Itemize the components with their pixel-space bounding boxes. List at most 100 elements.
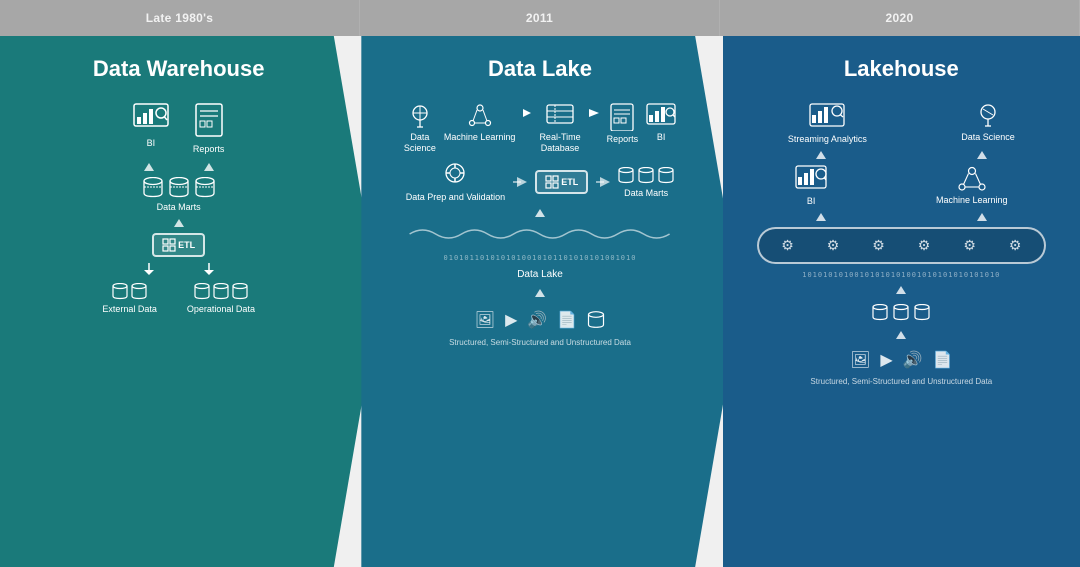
warehouse-title: Data Warehouse	[18, 56, 339, 82]
gear-icon-3: ⚙	[872, 237, 885, 254]
arrow-right-etl	[513, 177, 527, 187]
external-data-box: External Data	[102, 283, 157, 315]
video-icon: ▶	[505, 310, 517, 330]
lh-arrows-up-top	[741, 151, 1062, 159]
wh-top-row: BI	[18, 103, 339, 155]
data-marts-label: Data Marts	[157, 202, 201, 213]
data-marts-icons	[143, 177, 215, 199]
lake-dataprep-box: Data Prep and Validation	[406, 163, 505, 203]
warehouse-diagram: BI	[18, 98, 339, 552]
era-2020: 2020	[720, 0, 1080, 36]
lake-diagram: DataScience Machine Learning	[379, 98, 700, 552]
column-warehouse: Data Warehouse	[0, 36, 379, 567]
file-icon: 📄	[557, 310, 577, 330]
arrow-up-reports	[204, 163, 214, 171]
etl-box: ETL	[152, 233, 205, 257]
lh-ml-box: Machine Learning	[936, 166, 1008, 206]
lake-datasci-box: DataScience	[404, 103, 436, 154]
gear-icon-4: ⚙	[918, 237, 931, 254]
lh-ml-label: Machine Learning	[936, 195, 1008, 206]
lake-top-row: DataScience Machine Learning	[379, 103, 700, 154]
lake-label: Data Lake	[517, 269, 563, 281]
operational-data-label: Operational Data	[187, 304, 255, 315]
lake-ml-box: Machine Learning	[444, 103, 516, 154]
wh-etl-area: ETL	[152, 233, 205, 257]
gear-icon-6: ⚙	[1009, 237, 1022, 254]
lh-audio-icon: 🔊	[903, 350, 923, 370]
lake-binary-row: 0101011010101010010101101010101001010	[444, 254, 637, 262]
arrow-up-lake	[535, 209, 545, 217]
lh-mid-row: BI Machine Learning	[741, 165, 1062, 207]
lake-bi-label: BI	[657, 132, 666, 143]
lake-datamarts-box: Data Marts	[618, 167, 674, 199]
lake-dataprep-label: Data Prep and Validation	[406, 192, 505, 203]
external-data-label: External Data	[102, 304, 157, 315]
lh-binary-row: 10101010100101010101001010101010101010	[802, 271, 1000, 279]
lh-arrow-up-2	[977, 151, 987, 159]
content-area: Data Warehouse	[0, 36, 1080, 567]
lake-water-visual	[395, 224, 684, 249]
gear-icon-1: ⚙	[781, 237, 794, 254]
arrow-right-marts	[596, 177, 610, 187]
arrow-up-bi	[144, 163, 154, 171]
era-banners: Late 1980's 2011 2020	[0, 0, 1080, 36]
lh-arrows-up-mid	[741, 213, 1062, 221]
lh-arrow-up-4	[977, 213, 987, 221]
arrow-up-sources-lake	[535, 289, 545, 297]
lake-title: Data Lake	[379, 56, 700, 82]
main-container: Late 1980's 2011 2020 Data Warehouse	[0, 0, 1080, 567]
wh-bi-box: BI	[133, 103, 169, 155]
lakehouse-title: Lakehouse	[741, 56, 1062, 82]
column-lake: Data Lake DataScience Machine Learning	[361, 36, 740, 567]
bi-label: BI	[147, 138, 156, 149]
arrow-down-ops	[204, 263, 214, 275]
lh-bi-box: BI	[795, 165, 827, 207]
lh-arrow-up-1	[816, 151, 826, 159]
lake-etl-label: ETL	[561, 177, 578, 187]
lake-datasci-label: DataScience	[404, 132, 436, 154]
reports-label: Reports	[193, 144, 225, 155]
lake-rtdb-label: Real-TimeDatabase	[539, 132, 580, 154]
lake-etl-box: ETL	[535, 170, 588, 194]
lh-video-icon: ▶	[880, 350, 892, 370]
lh-image-icon: 🖼	[850, 350, 870, 370]
lake-reports-label: Reports	[607, 134, 639, 145]
lh-file-icon: 📄	[933, 350, 953, 370]
gear-icon-2: ⚙	[827, 237, 840, 254]
lh-source-containers	[872, 304, 930, 322]
lh-datasci-label: Data Science	[961, 132, 1015, 143]
lh-streaming-label: Streaming Analytics	[788, 134, 867, 145]
lh-bottom-label: Structured, Semi-Structured and Unstruct…	[810, 377, 992, 387]
era-2011: 2011	[360, 0, 720, 36]
lh-conveyor-belt: ⚙ ⚙ ⚙ ⚙ ⚙ ⚙	[757, 227, 1046, 264]
arrow-down-ext	[144, 263, 154, 275]
data-marts-box: Data Marts	[143, 177, 215, 213]
lh-top-row: Streaming Analytics Data Science	[741, 103, 1062, 145]
bi-icon	[133, 103, 169, 135]
lh-datasci-box: Data Science	[961, 103, 1015, 145]
arrow-up-marts	[174, 219, 184, 227]
operational-data-box: Operational Data	[187, 283, 255, 315]
lake-bi-box: BI	[646, 103, 676, 154]
reports-icon	[194, 103, 224, 141]
era-1980s: Late 1980's	[0, 0, 360, 36]
lake-bottom-label: Structured, Semi-Structured and Unstruct…	[449, 338, 631, 348]
lh-arrow-up-3	[816, 213, 826, 221]
column-lakehouse: Lakehouse Streaming Analytics Data Scien…	[723, 36, 1080, 567]
lake-source-icons-row: 🖼 ▶ 🔊 📄	[475, 310, 605, 330]
lh-arrow-up-bottom	[896, 286, 906, 294]
gear-icon-5: ⚙	[963, 237, 976, 254]
wh-martrow: Data Marts	[143, 177, 215, 213]
lakehouse-diagram: Streaming Analytics Data Science	[741, 98, 1062, 552]
lh-bi-label: BI	[807, 196, 816, 207]
lake-rt-db-section	[523, 103, 531, 154]
lake-ml-label: Machine Learning	[444, 132, 516, 143]
db-source-icon	[587, 311, 605, 329]
lake-datamarts-label: Data Marts	[624, 188, 668, 199]
wh-reports-box: Reports	[193, 103, 225, 155]
lake-rtdb-box: Real-TimeDatabase	[539, 103, 580, 154]
audio-icon: 🔊	[527, 310, 547, 330]
wh-bottom-row: External Data Operational Data	[18, 283, 339, 315]
image-icon: 🖼	[475, 310, 495, 330]
lh-source-icons-row: 🖼 ▶ 🔊 📄	[850, 350, 952, 370]
